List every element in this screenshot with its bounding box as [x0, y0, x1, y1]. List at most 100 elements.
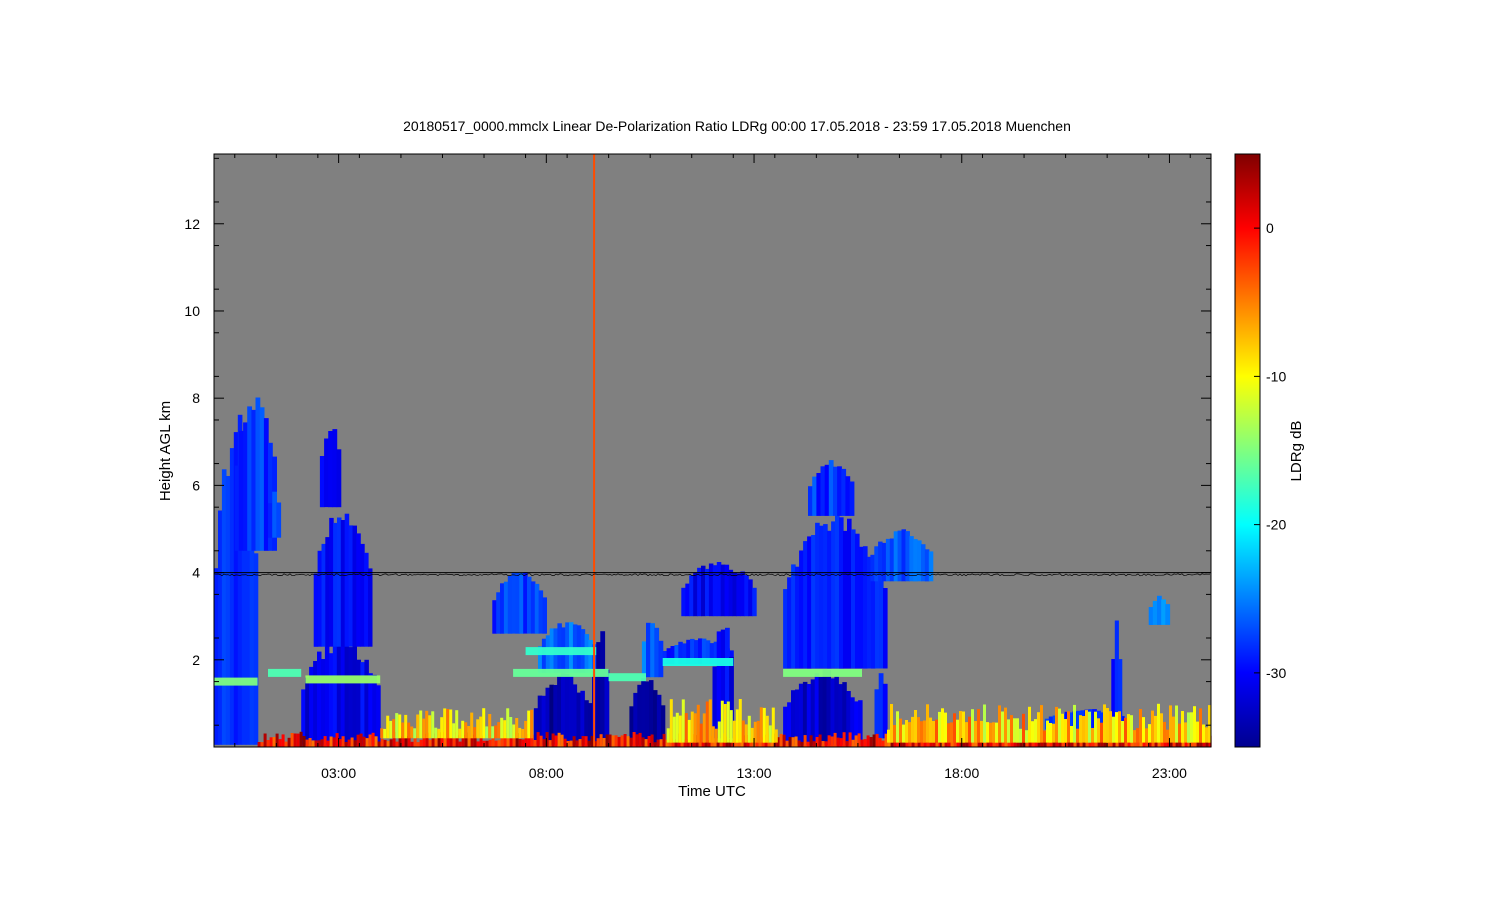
- clutter-cell: [572, 736, 576, 747]
- clutter-cell: [1052, 723, 1055, 743]
- clutter-cell: [716, 742, 720, 747]
- clutter-cell: [702, 713, 706, 743]
- echo-cell: [332, 429, 338, 508]
- clutter-cell: [794, 736, 798, 747]
- echo-cell: [799, 550, 804, 669]
- clutter-cell: [659, 739, 663, 747]
- clutter-cell: [1175, 705, 1178, 743]
- echo-cell: [851, 529, 856, 669]
- clutter-cell: [878, 737, 882, 747]
- echo-cell: [812, 476, 817, 516]
- clutter-cell: [989, 722, 992, 743]
- clutter-cell: [281, 734, 285, 747]
- clutter-cell: [759, 707, 763, 743]
- clutter-cell: [485, 726, 489, 739]
- clutter-cell: [684, 713, 688, 743]
- echo-cell: [654, 627, 660, 678]
- clutter-cell: [959, 711, 962, 743]
- echo-cell: [561, 673, 566, 745]
- echo-cell: [317, 651, 322, 745]
- x-tick-label: 23:00: [1152, 765, 1187, 781]
- clutter-cell: [560, 734, 564, 747]
- clutter-cell: [1172, 716, 1175, 743]
- echo-cell: [833, 466, 838, 516]
- clutter-cell: [494, 725, 498, 739]
- clutter-cell: [738, 699, 742, 743]
- clutter-cell: [521, 729, 525, 739]
- echo-cell: [826, 670, 831, 745]
- clutter-cell: [977, 709, 980, 743]
- colorbar-label: LDRg dB: [1288, 421, 1305, 482]
- clutter-cell: [539, 735, 543, 747]
- clutter-cell: [1112, 716, 1115, 743]
- echo-cell: [828, 460, 834, 516]
- clutter-cell: [482, 708, 486, 739]
- echo-cell: [259, 407, 265, 551]
- echo-cell: [348, 525, 354, 647]
- echo-cell: [272, 491, 277, 538]
- echo-cell: [313, 573, 319, 647]
- clutter-cell: [1205, 727, 1208, 743]
- echo-cell: [1157, 595, 1162, 625]
- clutter-cell: [1142, 742, 1146, 747]
- echo-cell: [716, 562, 722, 617]
- clutter-cell: [893, 725, 896, 743]
- clutter-cell: [1148, 724, 1151, 743]
- clutter-cell: [650, 734, 654, 747]
- echo-cell: [838, 684, 843, 745]
- echo-cell: [878, 673, 884, 739]
- clutter-cell: [602, 738, 606, 747]
- clutter-cell: [398, 714, 402, 739]
- echo-cell: [221, 469, 227, 745]
- clutter-cell: [416, 714, 420, 739]
- clutter-cell: [875, 733, 879, 747]
- echo-cell: [783, 589, 788, 669]
- clutter-cell: [380, 738, 384, 747]
- clutter-cell: [1202, 724, 1205, 743]
- clutter-cell: [329, 736, 333, 747]
- clutter-cell: [675, 712, 679, 743]
- clutter-cell: [669, 699, 673, 743]
- echo-cell: [641, 678, 646, 745]
- clutter-cell: [452, 723, 456, 739]
- clutter-cell: [782, 734, 786, 747]
- echo-cell: [863, 546, 868, 669]
- echo-cell: [1165, 604, 1171, 625]
- clutter-cell: [431, 711, 435, 739]
- echo-cell: [874, 689, 880, 739]
- clutter-cell: [881, 740, 885, 747]
- echo-cell: [364, 552, 369, 647]
- echo-cell: [313, 661, 318, 745]
- clutter-cell: [1130, 715, 1133, 743]
- colorbar-tick-label: -20: [1266, 517, 1286, 533]
- echo-cell: [816, 473, 822, 516]
- clutter-cell: [1088, 711, 1091, 743]
- melting-layer: [608, 673, 646, 682]
- clutter-cell: [693, 713, 697, 743]
- clutter-cell: [1025, 730, 1028, 743]
- clutter-cell: [626, 736, 630, 747]
- echo-cell: [503, 581, 509, 634]
- clutter-cell: [869, 737, 873, 747]
- clutter-cell: [446, 737, 450, 747]
- echo-cell: [511, 572, 517, 634]
- clutter-cell: [1133, 730, 1136, 743]
- clutter-cell: [479, 716, 483, 739]
- clutter-cell: [941, 708, 944, 743]
- clutter-cell: [428, 739, 432, 747]
- clutter-cell: [756, 720, 760, 743]
- echo-cell: [824, 464, 830, 516]
- clutter-cell: [1088, 742, 1092, 747]
- echo-cell: [340, 520, 346, 647]
- clutter-cell: [503, 720, 507, 739]
- echo-cell: [641, 641, 647, 678]
- clutter-cell: [851, 739, 855, 747]
- y-tick-label: 8: [192, 390, 200, 406]
- clutter-cell: [845, 741, 849, 747]
- clutter-cell: [866, 735, 870, 747]
- clutter-cell: [374, 736, 378, 747]
- echo-cell: [600, 631, 606, 745]
- echo-cell: [530, 581, 536, 634]
- clutter-cell: [500, 717, 504, 739]
- clutter-cell: [1181, 711, 1184, 743]
